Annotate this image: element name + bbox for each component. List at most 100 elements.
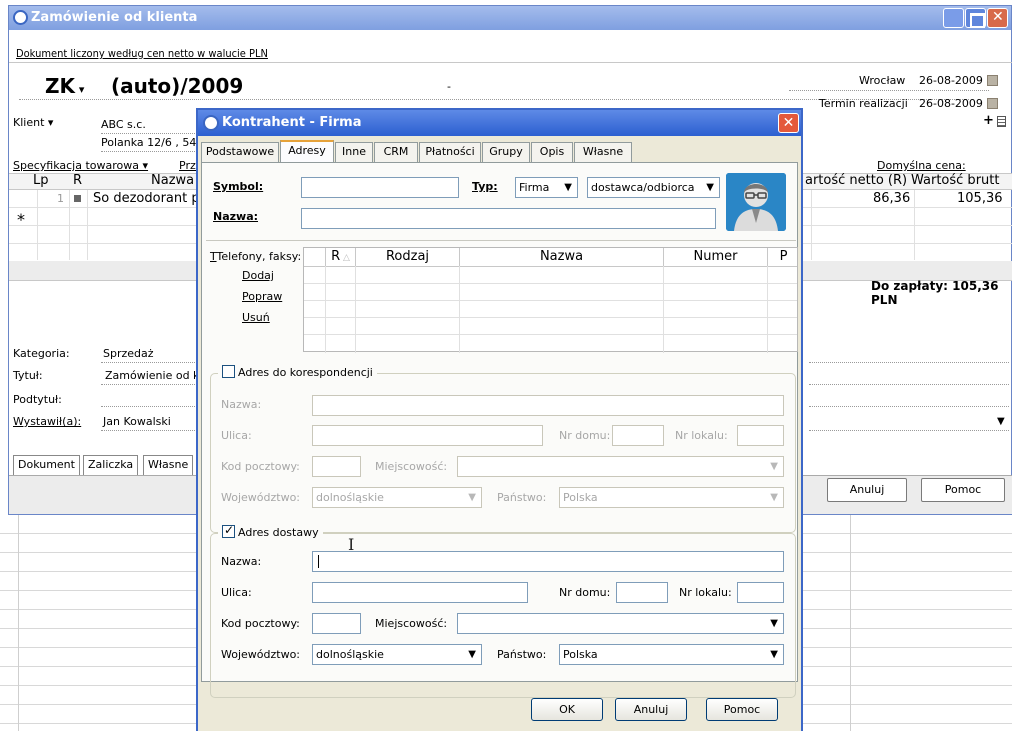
total-amount: Do zapłaty: 105,36 PLN: [871, 279, 999, 307]
add-icon[interactable]: +: [983, 113, 994, 128]
col-r[interactable]: R: [73, 173, 82, 188]
chevron-down-icon[interactable]: ▼: [997, 416, 1005, 427]
tab-opis[interactable]: Opis: [531, 142, 573, 162]
add-phone-link[interactable]: Dodaj: [242, 269, 274, 283]
delivery-panstwo-label: Państwo:: [497, 648, 547, 661]
doc-type-dropdown[interactable]: ZK ▾: [45, 74, 84, 98]
calendar-icon[interactable]: [987, 98, 998, 109]
ok-button[interactable]: OK: [531, 698, 603, 721]
corr-woj-label: Województwo:: [221, 491, 301, 504]
city: Wrocław: [859, 74, 906, 87]
row-brutto: 105,36: [957, 191, 1003, 206]
row-r-marker: [74, 195, 81, 202]
main-window-title: Zamówienie od klienta: [31, 10, 198, 25]
client-label-dropdown[interactable]: Klient ▾: [13, 116, 53, 129]
currency-notice: Dokument liczony według cen netto w walu…: [16, 47, 268, 60]
tab-grupy[interactable]: Grupy: [482, 142, 530, 162]
col-numer[interactable]: Numer: [664, 248, 768, 266]
minimize-button[interactable]: [943, 8, 964, 28]
delivery-ulica-input[interactable]: [312, 582, 528, 603]
corr-ulica-label: Ulica:: [221, 429, 252, 442]
maximize-button[interactable]: [965, 8, 986, 28]
corr-miejscowosc-select[interactable]: ▼: [457, 456, 784, 477]
corr-nazwa-label: Nazwa:: [221, 398, 262, 411]
corr-woj-select[interactable]: dolnośląskie ▼: [312, 487, 482, 508]
chevron-down-icon: ▼: [770, 492, 778, 503]
corr-kod-input[interactable]: [312, 456, 361, 477]
dialog-titlebar[interactable]: Kontrahent - Firma: [198, 110, 801, 136]
delivery-nazwa-label: Nazwa:: [221, 555, 262, 568]
dialog-close-button[interactable]: ✕: [778, 113, 799, 133]
tab-podstawowe[interactable]: Podstawowe: [201, 142, 279, 162]
corr-nr-lokalu-label: Nr lokalu:: [675, 429, 728, 442]
edit-phone-link[interactable]: Popraw: [242, 290, 282, 304]
help-button[interactable]: Pomoc: [706, 698, 778, 721]
col-rodzaj[interactable]: Rodzaj: [356, 248, 460, 266]
tab-inne[interactable]: Inne: [335, 142, 373, 162]
corr-panstwo-label: Państwo:: [497, 491, 547, 504]
typ-select[interactable]: Firma ▼: [515, 177, 578, 198]
corr-panstwo-select[interactable]: Polska ▼: [559, 487, 784, 508]
delivery-ulica-label: Ulica:: [221, 586, 252, 599]
tab-zaliczka[interactable]: Zaliczka: [83, 455, 139, 475]
new-row-marker: *: [17, 210, 25, 229]
delivery-miejscowosc-label: Miejscowość:: [375, 617, 448, 630]
tytul-label: Tytuł:: [13, 369, 43, 382]
col-netto[interactable]: artość netto (R): [805, 173, 907, 188]
chevron-down-icon: ▼: [770, 618, 778, 629]
col-lp[interactable]: Lp: [33, 173, 49, 188]
corr-nazwa-input[interactable]: [312, 395, 784, 416]
tab-crm[interactable]: CRM: [374, 142, 418, 162]
list-icon[interactable]: [997, 116, 1006, 127]
doc-date[interactable]: 26-08-2009: [919, 74, 983, 87]
delivery-nr-lokalu-label: Nr lokalu:: [679, 586, 732, 599]
tab-platnosci[interactable]: Płatności: [419, 142, 481, 162]
close-button[interactable]: [987, 8, 1008, 28]
phones-table[interactable]: R △ Rodzaj Nazwa Numer P: [303, 247, 799, 353]
contact-avatar-icon: [726, 173, 786, 231]
calendar-icon[interactable]: [987, 75, 998, 86]
symbol-input[interactable]: [301, 177, 459, 198]
row-nazwa[interactable]: So dezodorant p: [93, 191, 200, 206]
main-window-titlebar[interactable]: Zamówienie od klienta: [9, 6, 1011, 30]
delivery-woj-select[interactable]: dolnośląskie ▼: [312, 644, 482, 665]
col-r[interactable]: R: [331, 249, 340, 264]
nazwa-input[interactable]: [301, 208, 716, 229]
delivery-panstwo-select[interactable]: Polska ▼: [559, 644, 784, 665]
delivery-nazwa-input[interactable]: [312, 551, 784, 572]
delivery-nr-domu-input[interactable]: [616, 582, 668, 603]
main-cancel-button[interactable]: Anuluj: [827, 478, 907, 502]
wystawil-label: Wystawił(a):: [13, 415, 82, 428]
wystawil-value[interactable]: Jan Kowalski: [103, 415, 171, 428]
corr-ulica-input[interactable]: [312, 425, 543, 446]
role-select[interactable]: dostawca/odbiorca ▼: [587, 177, 720, 198]
col-p[interactable]: P: [768, 248, 799, 266]
tab-dokument[interactable]: Dokument: [13, 455, 80, 475]
tab-wlasne[interactable]: Własne: [574, 142, 632, 162]
main-help-button[interactable]: Pomoc: [921, 478, 1005, 502]
dialog-title: Kontrahent - Firma: [222, 115, 362, 130]
correspondence-toggle[interactable]: Adres do korespondencji: [218, 365, 377, 380]
background-grid-line: [18, 515, 19, 731]
correspondence-checkbox[interactable]: [222, 365, 235, 378]
corr-nr-lokalu-input[interactable]: [737, 425, 784, 446]
term-date[interactable]: 26-08-2009: [919, 97, 983, 110]
chevron-down-icon: ▼: [564, 182, 572, 193]
col-nazwa[interactable]: Nazwa: [151, 173, 194, 188]
tab-adresy[interactable]: Adresy: [280, 140, 334, 163]
col-brutto[interactable]: Wartość brutt: [911, 173, 999, 188]
tab-wlasne[interactable]: Własne: [143, 455, 194, 475]
corr-nr-domu-label: Nr domu:: [559, 429, 611, 442]
cancel-button[interactable]: Anuluj: [615, 698, 687, 721]
delivery-nr-lokalu-input[interactable]: [737, 582, 784, 603]
corr-nr-domu-input[interactable]: [612, 425, 664, 446]
spec-dropdown[interactable]: Specyfikacja towarowa ▾: [13, 159, 148, 172]
delivery-checkbox[interactable]: [222, 523, 235, 538]
tytul-value[interactable]: Zamówienie od k: [105, 369, 199, 382]
kategoria-value[interactable]: Sprzedaż: [103, 347, 154, 360]
delete-phone-link[interactable]: Usuń: [242, 311, 270, 325]
delivery-kod-input[interactable]: [312, 613, 361, 634]
delivery-miejscowosc-select[interactable]: ▼: [457, 613, 784, 634]
delivery-toggle[interactable]: Adres dostawy: [218, 523, 323, 540]
col-nazwa[interactable]: Nazwa: [460, 248, 664, 266]
